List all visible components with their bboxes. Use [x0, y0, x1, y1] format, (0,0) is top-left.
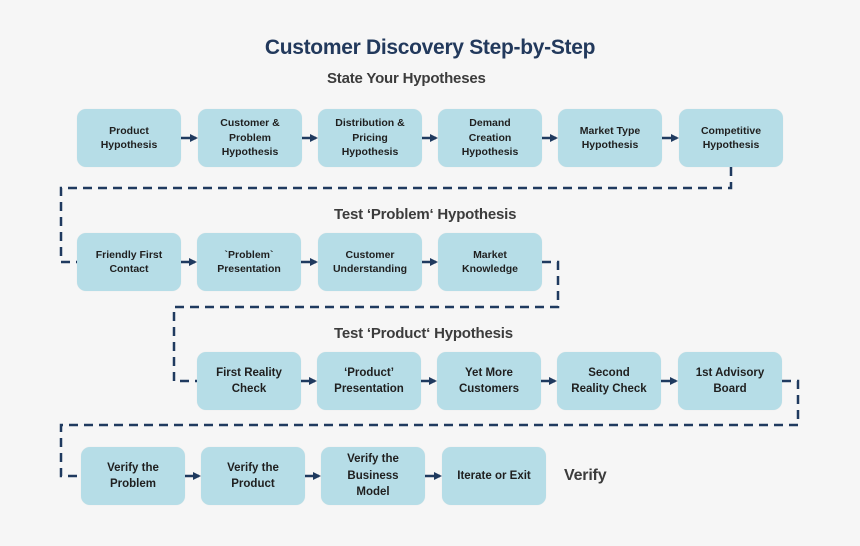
step-product-hypothesis: Product Hypothesis [77, 109, 181, 167]
section-heading-test-problem: Test ‘Problem‘ Hypothesis [334, 206, 517, 223]
step-friendly-first-contact: Friendly First Contact [77, 233, 181, 291]
step-verify-business-model: Verify the Business Model [321, 447, 425, 505]
step-label: Yet More Customers [458, 366, 520, 396]
step-label: Market Type Hypothesis [579, 124, 641, 152]
step-label: Verify the Problem [107, 461, 159, 491]
step-label: Product Hypothesis [100, 124, 158, 152]
step-label: Verify the Business Model [347, 453, 399, 499]
step-market-knowledge: Market Knowledge [438, 233, 542, 291]
step-first-advisory-board: 1st Advisory Board [678, 352, 782, 410]
step-yet-more-customers: Yet More Customers [437, 352, 541, 410]
step-demand-creation-hypothesis: Demand Creation Hypothesis [438, 109, 542, 167]
step-problem-presentation: `Problem` Presentation [197, 233, 301, 291]
step-label: Iterate or Exit [457, 469, 531, 482]
step-verify-product: Verify the Product [201, 447, 305, 505]
step-competitive-hypothesis: Competitive Hypothesis [679, 109, 783, 167]
step-iterate-or-exit: Iterate or Exit [442, 447, 546, 505]
section-heading-state-hypotheses: State Your Hypotheses [327, 70, 486, 87]
step-label: Verify the Product [227, 461, 279, 491]
step-market-type-hypothesis: Market Type Hypothesis [558, 109, 662, 167]
step-label: First Reality Check [216, 366, 282, 396]
step-customer-problem-hypothesis: Customer & Problem Hypothesis [198, 109, 302, 167]
step-label: Customer & Problem Hypothesis [220, 117, 280, 159]
step-second-reality-check: Second Reality Check [557, 352, 661, 410]
step-label: 1st Advisory Board [695, 366, 765, 396]
step-distribution-pricing-hypothesis: Distribution & Pricing Hypothesis [318, 109, 422, 167]
step-label: Market Knowledge [461, 248, 518, 276]
step-customer-understanding: Customer Understanding [318, 233, 422, 291]
step-label: Demand Creation Hypothesis [461, 117, 519, 159]
step-first-reality-check: First Reality Check [197, 352, 301, 410]
step-label: Friendly First Contact [95, 248, 163, 276]
section-heading-test-product: Test ‘Product‘ Hypothesis [334, 325, 513, 342]
step-product-presentation: ‘Product’ Presentation [317, 352, 421, 410]
step-verify-problem: Verify the Problem [81, 447, 185, 505]
step-label: ‘Product’ Presentation [334, 366, 404, 396]
step-label: Second Reality Check [571, 366, 647, 396]
step-label: Distribution & Pricing Hypothesis [335, 117, 405, 159]
section-heading-verify: Verify [564, 467, 607, 484]
step-label: Competitive Hypothesis [700, 124, 762, 152]
step-label: `Problem` Presentation [217, 248, 281, 276]
step-label: Customer Understanding [332, 248, 408, 276]
